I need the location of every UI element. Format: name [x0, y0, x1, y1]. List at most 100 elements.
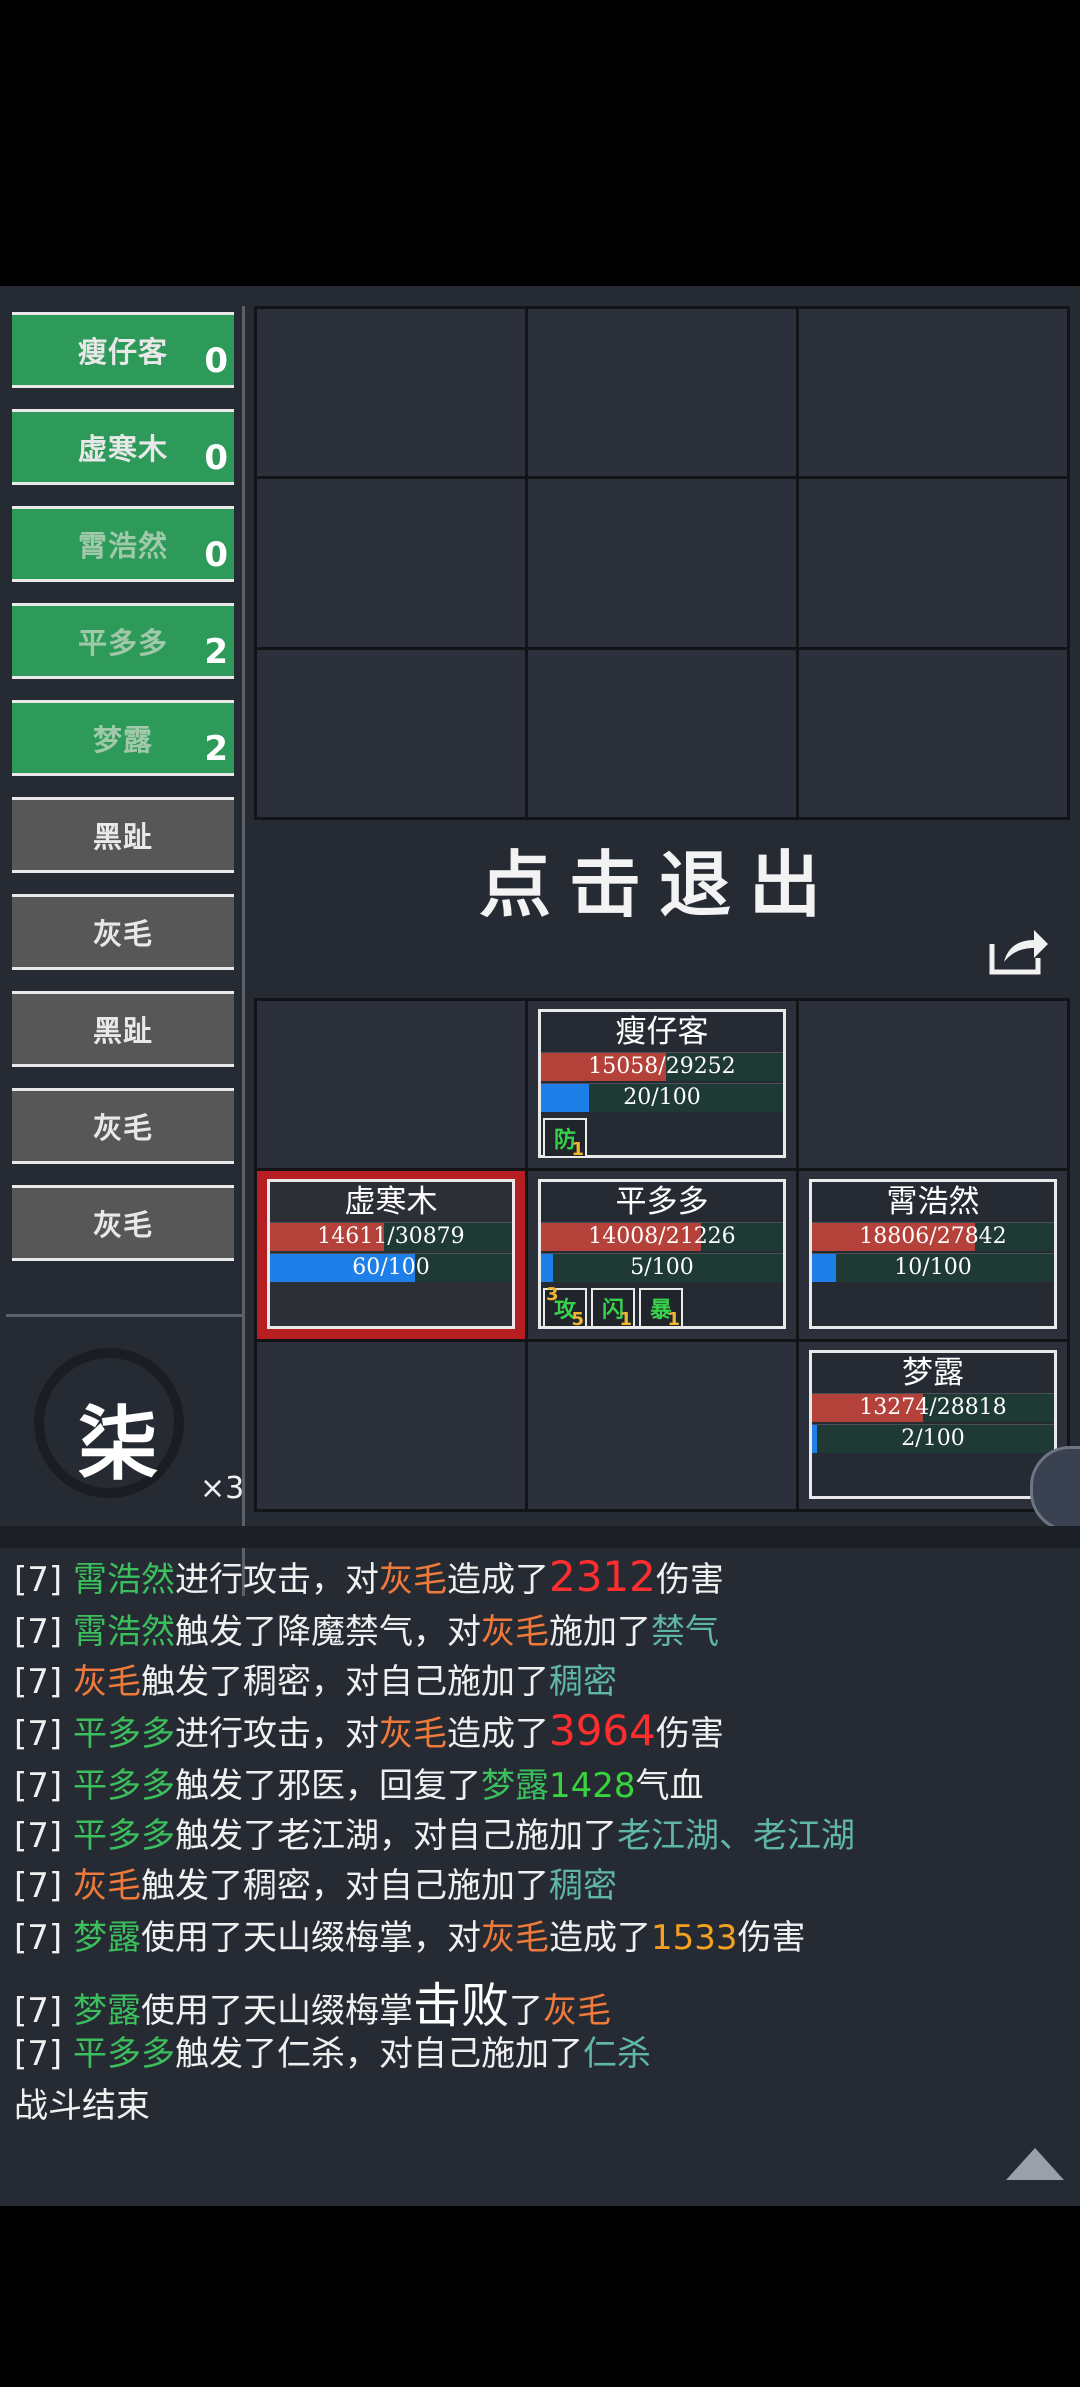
buff-icon[interactable]: 攻35: [543, 1284, 587, 1331]
energy-text: 10/100: [894, 1255, 972, 1281]
unit-name: 霄浩然: [886, 1184, 980, 1221]
unit-card[interactable]: 瘦仔客 15058/29252 20/100 防 1: [538, 1009, 786, 1160]
turn-order-count: 2: [204, 729, 228, 769]
turn-order-item: 灰毛: [12, 894, 234, 970]
hp-text: 18806/27842: [859, 1224, 1007, 1250]
ally-slot[interactable]: 霄浩然 18806/27842 10/100: [799, 1171, 1067, 1339]
unit-name: 虚寒木: [344, 1184, 438, 1221]
ally-slot: [257, 1001, 525, 1169]
turn-order-count: 2: [204, 632, 228, 672]
unit-card[interactable]: 平多多 14008/21226 5/100 攻 3 5 闪 1 暴 1: [538, 1179, 786, 1331]
enemy-slot: [528, 479, 796, 647]
log-line: [7] 灰毛触发了稠密，对自己施加了稠密: [14, 1662, 617, 1702]
enemy-slot: [257, 309, 525, 477]
energy-bar: 10/100: [812, 1253, 1054, 1283]
buff-row: 攻35闪1暴1: [541, 1284, 783, 1331]
log-line: [7] 平多多进行攻击，对灰毛造成了3964伤害: [14, 1706, 724, 1755]
turn-order-item: 虚寒木 0: [12, 409, 234, 485]
enemy-slot: [799, 479, 1067, 647]
turn-order-item: 霄浩然 0: [12, 506, 234, 582]
energy-bar: 20/100: [541, 1083, 783, 1112]
buff-icon[interactable]: 防1: [543, 1118, 587, 1160]
enemy-slot: [257, 479, 525, 647]
turn-order-item: 黑趾: [12, 991, 234, 1067]
energy-bar: 2/100: [812, 1423, 1054, 1453]
ally-slot: [528, 1341, 796, 1509]
buff-level: 3: [546, 1284, 559, 1306]
round-number: 柒: [78, 1397, 158, 1491]
buff-stack: 1: [571, 1139, 584, 1160]
ally-slot[interactable]: 瘦仔客 15058/29252 20/100 防 1: [528, 1001, 796, 1169]
buff-stack: 1: [619, 1309, 632, 1331]
hp-bar: 14611/30879: [270, 1222, 512, 1252]
hp-bar: 15058/29252: [541, 1052, 783, 1081]
log-line: [7] 灰毛触发了稠密，对自己施加了稠密: [14, 1866, 617, 1906]
unit-name: 梦露: [902, 1354, 964, 1391]
battle-end-text: 战斗结束: [14, 2086, 150, 2126]
ally-slot[interactable]: 梦露 13274/28818 2/100: [799, 1341, 1067, 1509]
turn-order-item: 瘦仔客 0: [12, 312, 234, 388]
enemy-slot: [799, 649, 1067, 817]
turn-order-name: 灰毛: [92, 1208, 153, 1242]
exit-battle-button[interactable]: 点击退出: [254, 826, 1064, 931]
buff-icon[interactable]: 闪1: [591, 1288, 635, 1331]
turn-order-name: 瘦仔客: [77, 335, 168, 369]
buff-row: 防1: [541, 1114, 783, 1160]
collapse-up-icon[interactable]: [1004, 2146, 1066, 2182]
enemy-slot: [257, 649, 525, 817]
share-icon[interactable]: [986, 922, 1050, 978]
energy-text: 2/100: [901, 1425, 965, 1451]
ally-slot-active[interactable]: 虚寒木 14611/30879 60/100: [257, 1171, 525, 1339]
hp-text: 14008/21226: [588, 1224, 736, 1250]
log-top-edge: [0, 1526, 1080, 1548]
buff-stack: 1: [667, 1309, 680, 1331]
hp-text: 13274/28818: [859, 1394, 1007, 1420]
energy-bar: 60/100: [270, 1253, 512, 1283]
unit-card[interactable]: 虚寒木 14611/30879 60/100: [267, 1179, 515, 1329]
ally-formation-grid: 瘦仔客 15058/29252 20/100 防 1 虚寒木 14611/30879 60/…: [254, 998, 1070, 1512]
turn-order-count: 0: [204, 535, 228, 575]
unit-name: 瘦仔客: [615, 1014, 709, 1050]
turn-order-item: 灰毛: [12, 1185, 234, 1261]
turn-order-count: 0: [204, 438, 228, 478]
log-line: [7] 平多多触发了邪医，回复了梦露1428气血: [14, 1766, 704, 1806]
energy-text: 60/100: [352, 1255, 430, 1281]
ally-slot[interactable]: 平多多 14008/21226 5/100 攻 3 5 闪 1 暴 1: [528, 1171, 796, 1339]
enemy-slot: [528, 309, 796, 477]
battle-screen: 瘦仔客 0 虚寒木 0 霄浩然 0 平多多 2 梦露 2 黑趾 灰毛 黑趾 灰毛 灰毛 柒 ×3 点击退出 …: [0, 286, 1080, 2206]
turn-order-item: 黑趾: [12, 797, 234, 873]
ally-slot: [257, 1341, 525, 1509]
divider: [242, 306, 245, 1596]
buff-stack: 5: [571, 1309, 584, 1331]
turn-order-count: 0: [204, 341, 228, 381]
unit-name: 平多多: [615, 1184, 709, 1221]
hp-text: 14611/30879: [317, 1224, 465, 1250]
enemy-formation-grid: [254, 306, 1070, 820]
buff-icon[interactable]: 暴1: [639, 1288, 683, 1331]
log-line: [7] 平多多触发了仁杀，对自己施加了仁杀: [14, 2034, 651, 2074]
unit-card[interactable]: 梦露 13274/28818 2/100: [809, 1349, 1057, 1499]
enemy-slot: [528, 649, 796, 817]
hp-text: 15058/29252: [588, 1054, 736, 1079]
unit-card[interactable]: 霄浩然 18806/27842 10/100: [809, 1179, 1057, 1329]
turn-order-list: 瘦仔客 0 虚寒木 0 霄浩然 0 平多多 2 梦露 2 黑趾 灰毛 黑趾 灰毛 灰毛: [12, 312, 234, 1282]
log-line: [7] 梦露使用了天山缀梅掌，对灰毛造成了1533伤害: [14, 1918, 806, 1958]
hp-bar: 18806/27842: [812, 1222, 1054, 1252]
divider: [6, 1314, 242, 1317]
turn-order-name: 霄浩然: [77, 529, 168, 563]
energy-bar: 5/100: [541, 1253, 783, 1283]
turn-order-name: 黑趾: [92, 820, 153, 854]
turn-order-name: 梦露: [92, 723, 153, 757]
speed-multiplier-button[interactable]: ×3: [200, 1471, 244, 1506]
battle-log: [7] 霄浩然进行攻击，对灰毛造成了2312伤害 [7] 霄浩然触发了降魔禁气，…: [0, 1526, 1080, 2206]
log-line: [7] 霄浩然进行攻击，对灰毛造成了2312伤害: [14, 1552, 724, 1601]
ally-slot: [799, 1001, 1067, 1169]
turn-order-name: 虚寒木: [77, 432, 168, 466]
turn-order-name: 灰毛: [92, 917, 153, 951]
log-line: [7] 平多多触发了老江湖，对自己施加了老江湖、老江湖: [14, 1816, 855, 1856]
turn-order-name: 灰毛: [92, 1111, 153, 1145]
enemy-slot: [799, 309, 1067, 477]
energy-text: 5/100: [630, 1255, 694, 1281]
energy-text: 20/100: [623, 1085, 701, 1110]
turn-order-name: 平多多: [77, 626, 168, 660]
